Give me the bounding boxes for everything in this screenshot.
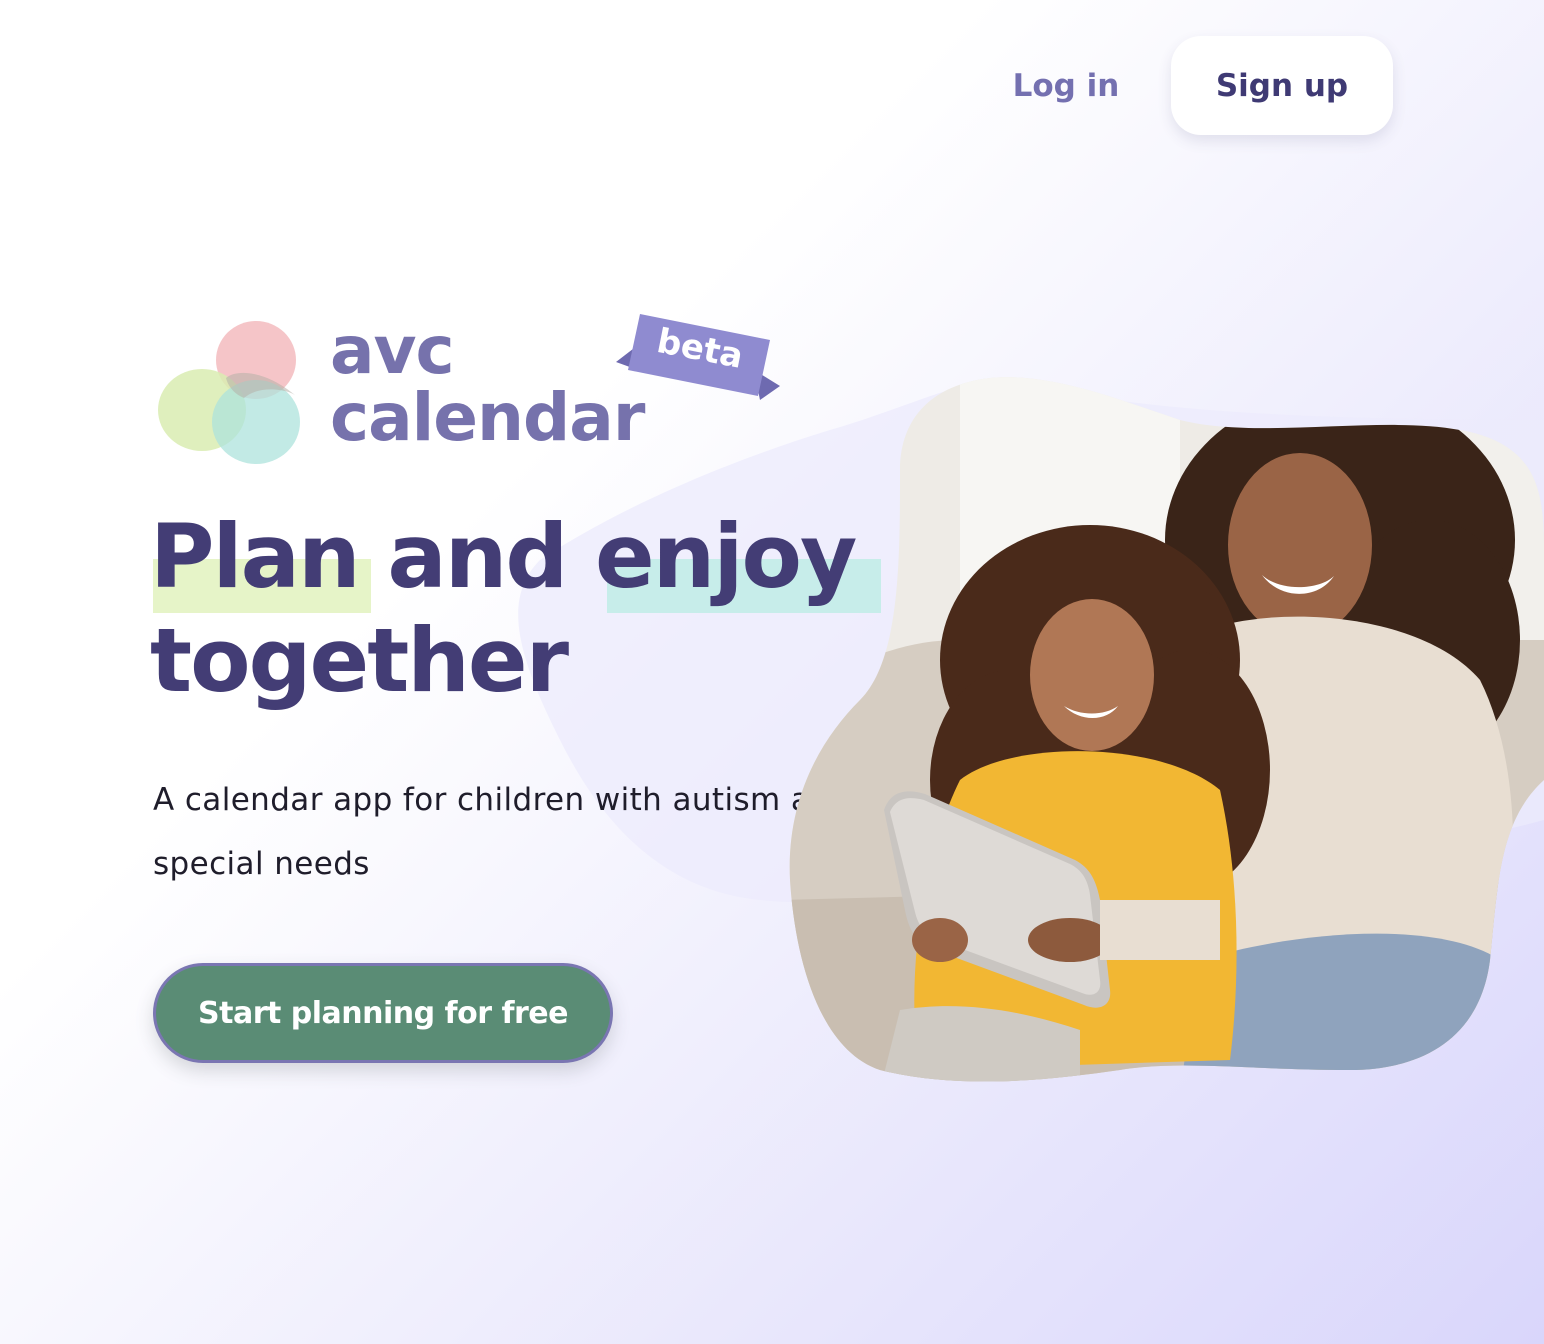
hero-subtitle: A calendar app for children with autism … [153,782,851,882]
logo-text-avc: avc [330,312,455,389]
logo-circles-icon [158,321,300,464]
headline-line-2: together [150,609,569,712]
logo-text-calendar: calendar [330,379,645,456]
headline-line-1: Plan and enjoy [150,505,857,608]
login-link[interactable]: Log in [1010,60,1122,112]
signup-button[interactable]: Sign up [1171,36,1393,135]
start-planning-button[interactable]: Start planning for free [153,963,613,1063]
